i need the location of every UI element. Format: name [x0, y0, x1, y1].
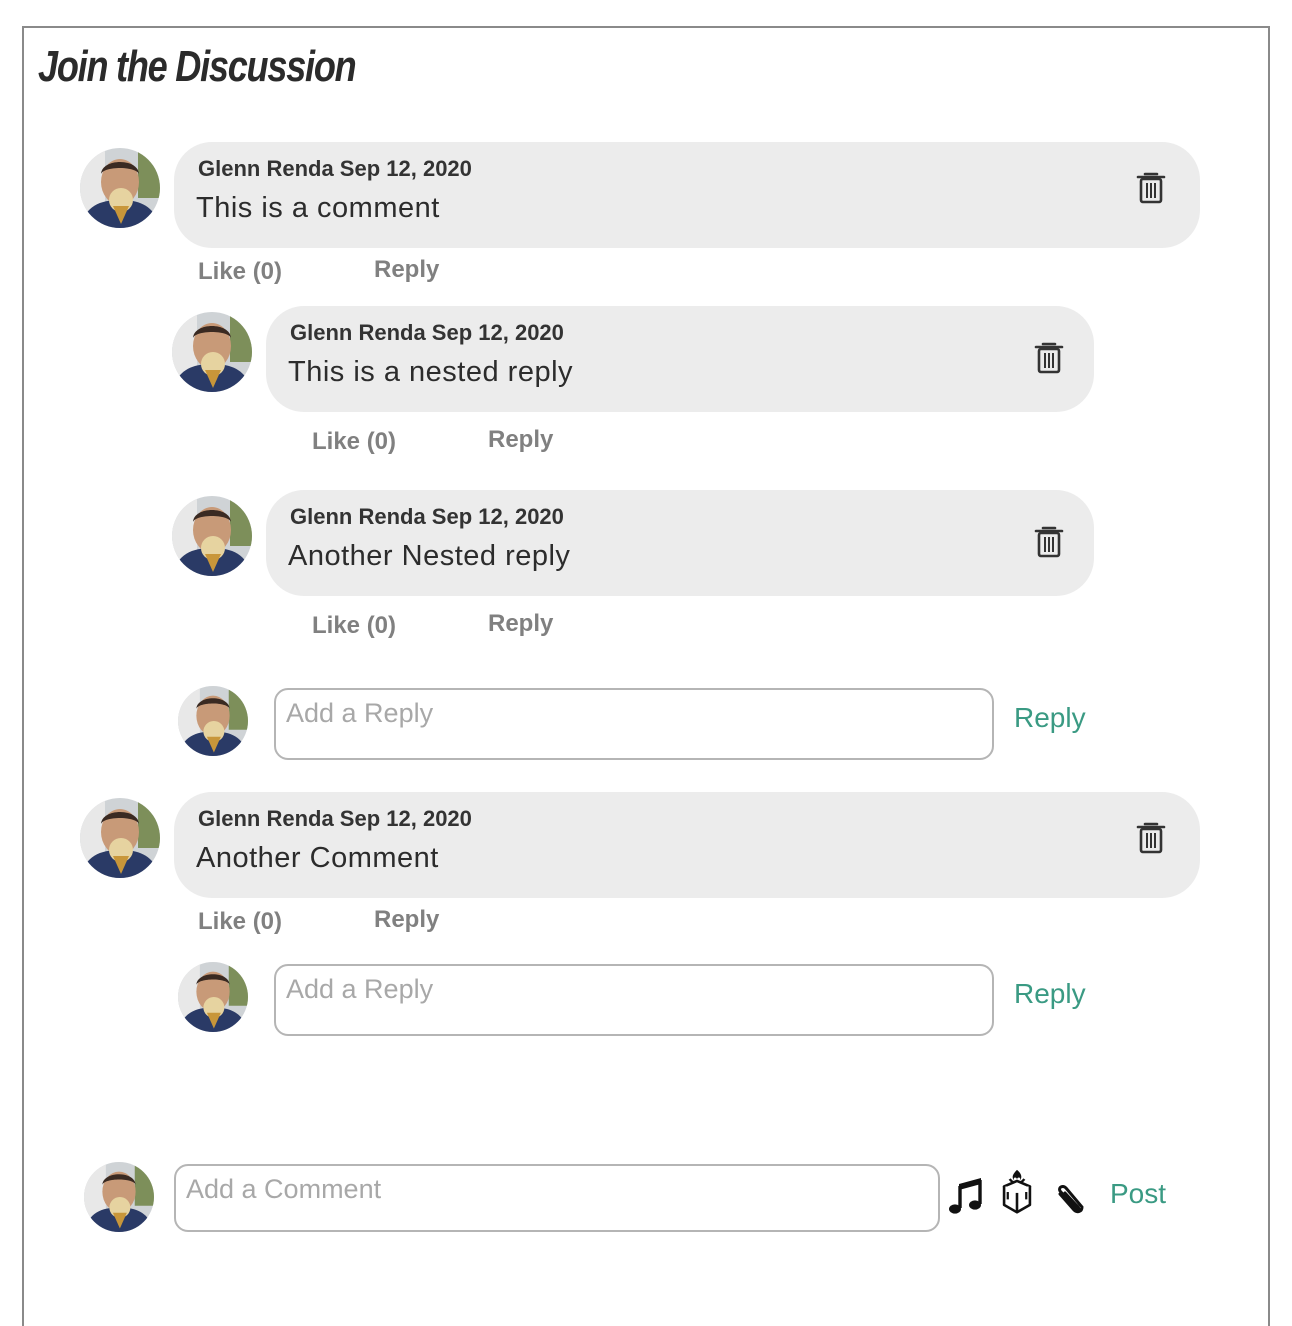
page-title: Join the Discussion	[38, 42, 357, 91]
trash-icon[interactable]	[1034, 340, 1064, 374]
reply-bubble: Glenn Renda Sep 12, 2020 Another Nested …	[266, 490, 1094, 596]
like-button[interactable]: Like (0)	[312, 428, 396, 456]
post-button[interactable]: Post	[1110, 1178, 1166, 1210]
comment-text: Another Comment	[196, 842, 439, 874]
reply-text: Another Nested reply	[288, 540, 571, 572]
reply-link[interactable]: Reply	[374, 906, 439, 934]
submit-reply-button[interactable]: Reply	[1014, 978, 1086, 1010]
like-button[interactable]: Like (0)	[198, 908, 282, 936]
comment-bubble: Glenn Renda Sep 12, 2020 Another Comment	[174, 792, 1200, 898]
avatar	[80, 798, 160, 878]
reply-input[interactable]	[274, 688, 994, 760]
reply-link[interactable]: Reply	[374, 256, 439, 284]
comment-bubble: Glenn Renda Sep 12, 2020 This is a comme…	[174, 142, 1200, 248]
avatar	[172, 496, 252, 576]
reply-text: This is a nested reply	[288, 356, 574, 388]
reply-meta: Glenn Renda Sep 12, 2020	[290, 504, 564, 529]
avatar	[172, 312, 252, 392]
music-note-icon[interactable]	[946, 1172, 986, 1220]
comment-input[interactable]	[174, 1164, 940, 1232]
avatar	[80, 148, 160, 228]
reply-input[interactable]	[274, 964, 994, 1036]
like-button[interactable]: Like (0)	[312, 612, 396, 640]
submit-reply-button[interactable]: Reply	[1014, 702, 1086, 734]
trash-icon[interactable]	[1136, 170, 1166, 204]
reply-link[interactable]: Reply	[488, 610, 553, 638]
reply-meta: Glenn Renda Sep 12, 2020	[290, 320, 564, 345]
avatar	[84, 1162, 154, 1232]
trash-icon[interactable]	[1136, 820, 1166, 854]
reply-link[interactable]: Reply	[488, 426, 553, 454]
paperclip-icon[interactable]	[1052, 1176, 1092, 1224]
comment-meta: Glenn Renda Sep 12, 2020	[198, 156, 472, 181]
trash-icon[interactable]	[1034, 524, 1064, 558]
reply-bubble: Glenn Renda Sep 12, 2020 This is a neste…	[266, 306, 1094, 412]
comment-meta: Glenn Renda Sep 12, 2020	[198, 806, 472, 831]
comment-text: This is a comment	[196, 192, 440, 224]
avatar	[178, 686, 248, 756]
gift-box-icon[interactable]	[997, 1168, 1037, 1216]
like-button[interactable]: Like (0)	[198, 258, 282, 286]
avatar	[178, 962, 248, 1032]
